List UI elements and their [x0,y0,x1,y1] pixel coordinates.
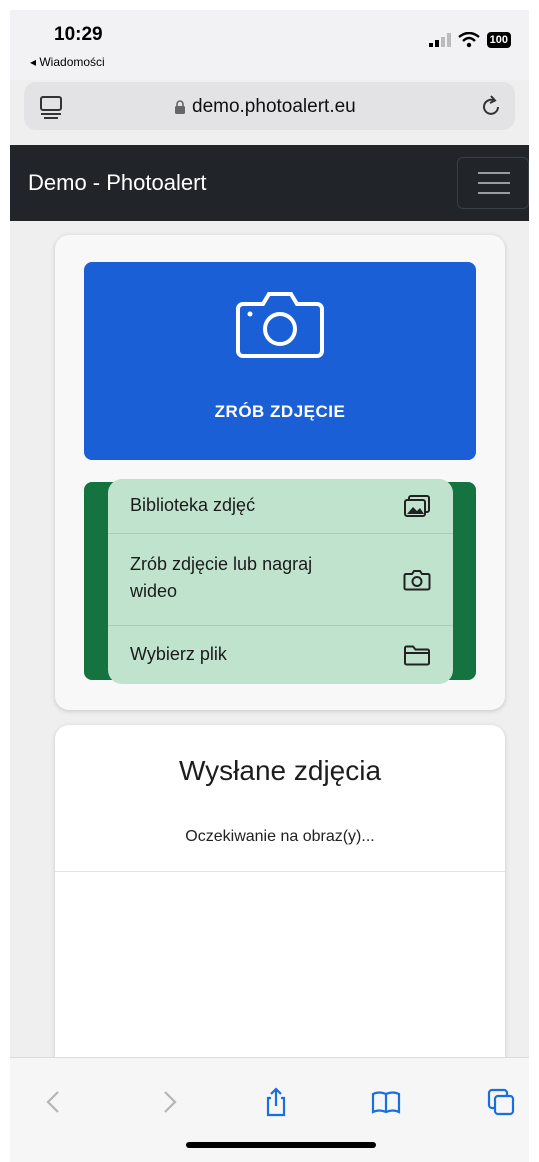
menu-item-take-photo-or-video[interactable]: Zrób zdjęcie lub nagraj wideo [108,533,453,626]
sent-photos-title: Wysłane zdjęcia [178,755,382,786]
phone-screen: 10:29 ◂ Wiadomości 100 demo.photoalert.e… [10,10,529,1162]
lock-icon [175,99,185,114]
divider [55,871,505,872]
folder-icon [404,645,430,666]
photo-library-icon [404,495,430,517]
tabs-icon[interactable] [485,1086,517,1118]
wifi-icon [457,32,480,48]
status-bar: 10:29 ◂ Wiadomości 100 [10,10,529,80]
status-icons: 100 [428,30,511,50]
sent-photos-card: Wysłane zdjęcia Oczekiwanie na obraz(y).… [55,725,505,1085]
status-time: 10:29 [54,24,103,45]
camera-icon [403,570,431,591]
site-navbar: Demo - Photoalert [10,145,529,221]
address-bar[interactable]: demo.photoalert.eu [24,82,515,130]
navbar-brand[interactable]: Demo - Photoalert [28,170,207,196]
hamburger-menu-icon[interactable] [457,157,529,209]
back-to-app-link[interactable]: ◂ Wiadomości [30,55,105,69]
menu-item-label: Wybierz plik [130,644,227,664]
take-photo-label: ZRÓB ZDJĘCIE [214,402,346,421]
menu-item-label: Biblioteka zdjęć [130,495,256,515]
url-display[interactable]: demo.photoalert.eu [174,96,356,118]
back-icon[interactable] [38,1086,70,1118]
url-text: demo.photoalert.eu [192,96,356,117]
upload-card: ZRÓB ZDJĘCIE Biblioteka zdjęć Zrób zdjęc… [55,235,505,710]
bookmarks-icon[interactable] [370,1086,402,1118]
camera-icon [236,292,324,358]
menu-item-choose-file[interactable]: Wybierz plik [108,625,453,684]
file-picker-menu: Biblioteka zdjęć Zrób zdjęcie lub nagraj… [108,479,453,684]
reload-icon[interactable] [479,94,503,118]
forward-icon[interactable] [153,1086,185,1118]
signal-icon [428,33,451,47]
sent-photos-status: Oczekiwanie na obraz(y)... [185,828,375,845]
take-photo-button[interactable]: ZRÓB ZDJĘCIE [84,262,476,460]
menu-item-photo-library[interactable]: Biblioteka zdjęć [108,479,453,534]
battery-indicator: 100 [486,32,511,48]
share-icon[interactable] [260,1086,292,1118]
home-indicator [186,1142,376,1148]
menu-item-label: Zrób zdjęcie lub nagraj wideo [130,554,313,601]
reader-icon[interactable] [38,94,64,120]
